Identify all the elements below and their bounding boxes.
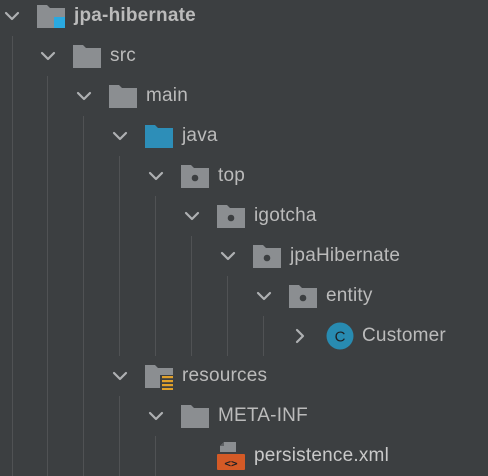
package-icon xyxy=(289,285,317,308)
folder-icon xyxy=(181,405,209,428)
module-folder-icon xyxy=(37,5,65,28)
tree-node-label: jpaHibernate xyxy=(290,245,401,266)
tree-node-label: resources xyxy=(182,365,268,386)
chevron-right-icon[interactable] xyxy=(290,326,310,346)
package-icon xyxy=(253,245,281,268)
folder-icon xyxy=(109,85,137,108)
tree-node-label: persistence.xml xyxy=(254,445,389,466)
tree-node-label: Customer xyxy=(362,325,446,346)
tree-node-java[interactable]: java xyxy=(0,116,488,156)
chevron-down-icon[interactable] xyxy=(146,166,166,186)
tree-node-jpa-hibernate[interactable]: jpa-hibernate xyxy=(0,0,488,36)
tree-node-main[interactable]: main xyxy=(0,76,488,116)
folder-icon xyxy=(73,45,101,68)
tree-node-label: main xyxy=(146,85,188,106)
tree-node-src[interactable]: src xyxy=(0,36,488,76)
chevron-down-icon[interactable] xyxy=(146,406,166,426)
tree-node-label: META-INF xyxy=(218,405,308,426)
chevron-down-icon[interactable] xyxy=(110,366,130,386)
tree-node-label: entity xyxy=(326,285,373,306)
tree-node-igotcha[interactable]: igotcha xyxy=(0,196,488,236)
tree-node-label: java xyxy=(182,125,218,146)
tree-node-label: igotcha xyxy=(254,205,317,226)
tree-node-top[interactable]: top xyxy=(0,156,488,196)
tree-node-Customer[interactable]: C Customer xyxy=(0,316,488,356)
tree-node-label: top xyxy=(218,165,246,186)
chevron-down-icon[interactable] xyxy=(182,206,202,226)
xml-file-icon: <> xyxy=(217,442,245,470)
tree-node-persistence-xml[interactable]: <> persistence.xml xyxy=(0,436,488,476)
source-folder-icon xyxy=(145,125,173,148)
chevron-down-icon[interactable] xyxy=(254,286,274,306)
class-icon-letter: C xyxy=(335,329,346,346)
package-icon xyxy=(217,205,245,228)
project-tree: jpa-hibernate src main java top igotcha … xyxy=(0,0,488,476)
tree-node-label: jpa-hibernate xyxy=(74,5,196,26)
tree-node-label: src xyxy=(110,45,136,66)
chevron-down-icon[interactable] xyxy=(2,6,22,26)
chevron-down-icon[interactable] xyxy=(218,246,238,266)
chevron-down-icon[interactable] xyxy=(110,126,130,146)
package-icon xyxy=(181,165,209,188)
class-icon: C xyxy=(326,322,354,350)
tree-node-entity[interactable]: entity xyxy=(0,276,488,316)
xml-badge-glyph: <> xyxy=(224,457,238,470)
tree-node-META-INF[interactable]: META-INF xyxy=(0,396,488,436)
chevron-down-icon[interactable] xyxy=(74,86,94,106)
chevron-down-icon[interactable] xyxy=(38,46,58,66)
tree-node-jpaHibernate[interactable]: jpaHibernate xyxy=(0,236,488,276)
tree-node-resources[interactable]: resources xyxy=(0,356,488,396)
resources-folder-icon xyxy=(145,365,174,390)
